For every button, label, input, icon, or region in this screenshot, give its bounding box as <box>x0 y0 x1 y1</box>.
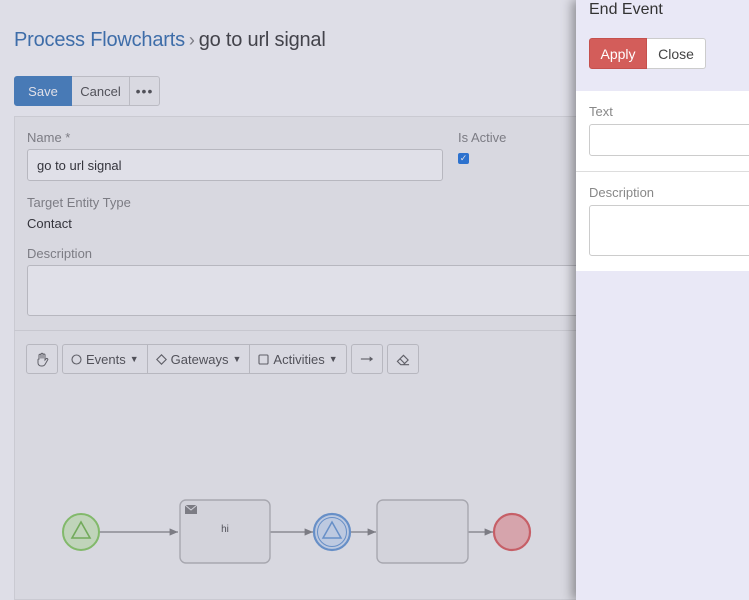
form-divider <box>576 171 749 172</box>
text-input[interactable] <box>589 124 749 156</box>
end-event-side-panel: End Event Apply Close Text Description <box>576 0 749 600</box>
apply-button[interactable]: Apply <box>589 38 647 69</box>
side-description-input[interactable] <box>589 205 749 256</box>
close-button[interactable]: Close <box>647 38 706 69</box>
side-panel-title: End Event <box>589 1 663 18</box>
side-panel-actions: Apply Close <box>589 38 706 69</box>
text-label: Text <box>589 104 613 119</box>
side-panel-form: Text Description <box>576 91 749 271</box>
side-description-label: Description <box>589 185 655 200</box>
